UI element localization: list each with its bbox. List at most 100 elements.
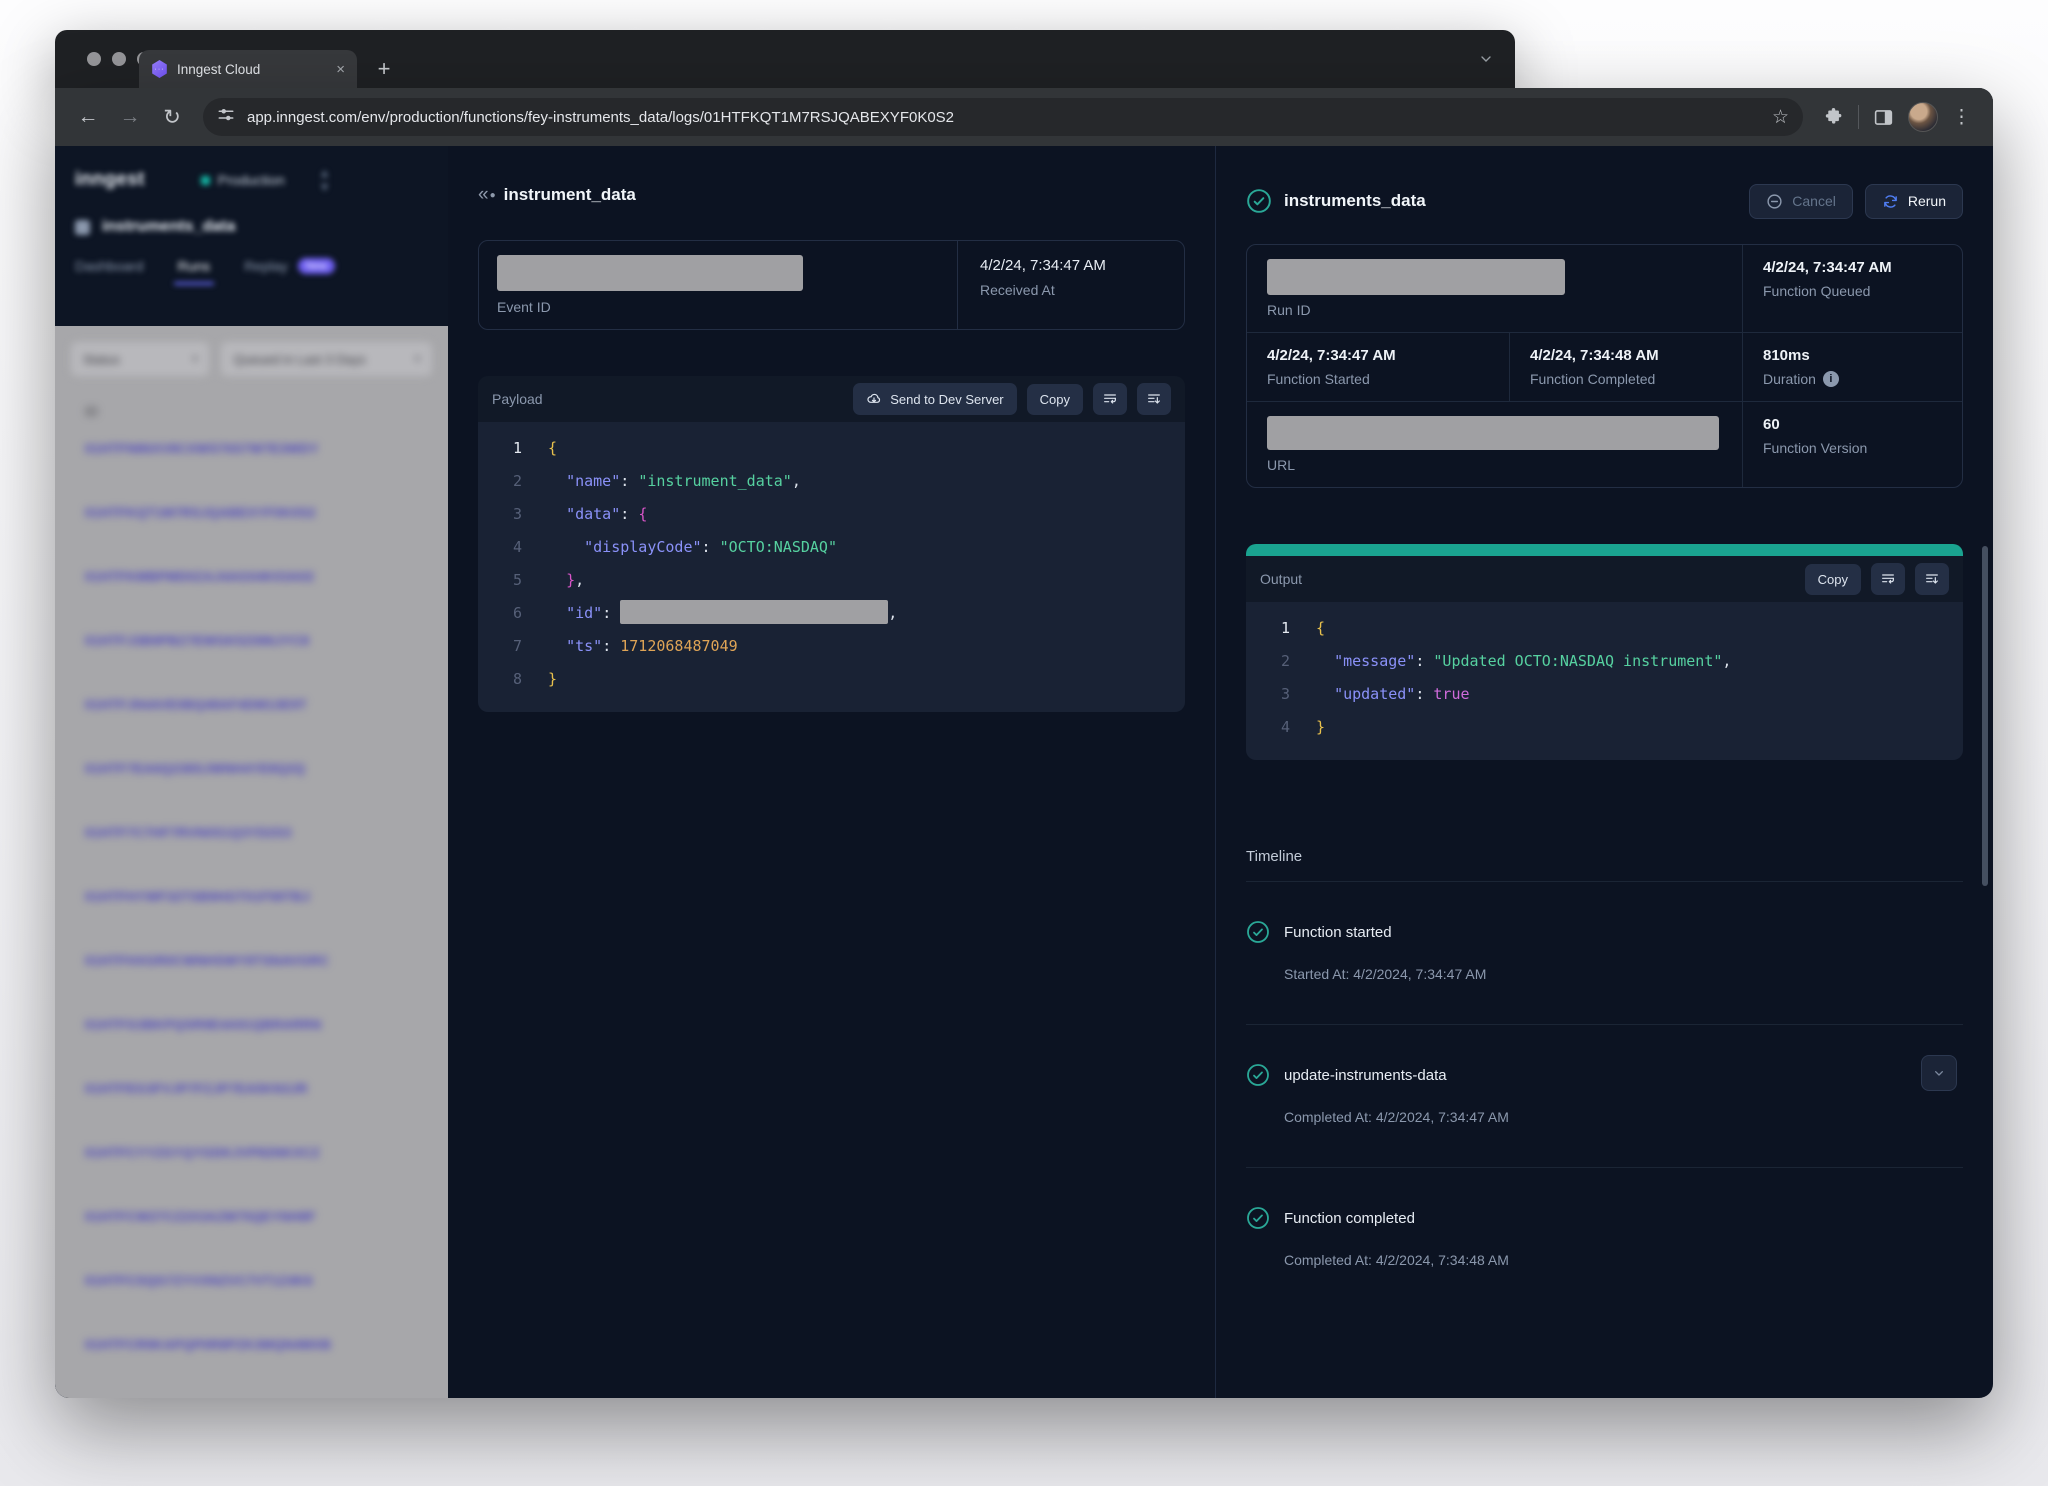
received-at-value: 4/2/24, 7:34:47 AM — [980, 257, 1162, 274]
lines-arrow-down-icon — [1924, 571, 1940, 587]
code-line: 6 "id": , — [478, 597, 1185, 630]
app-icon — [75, 220, 90, 235]
copy-output-button[interactable]: Copy — [1805, 564, 1861, 595]
run-id[interactable]: 01HTFG3BKPQSR9E4A91QBRARRN — [85, 1017, 432, 1032]
line-number: 2 — [1246, 645, 1290, 678]
run-id[interactable]: 01HTFN86XV8CXWS76S7W7E3WDY — [85, 441, 432, 456]
success-check-icon — [1246, 188, 1272, 214]
timeline-expand-button[interactable] — [1921, 1055, 1957, 1091]
function-completed-value: 4/2/24, 7:34:48 AM — [1530, 347, 1722, 364]
run-id-redacted — [1267, 259, 1565, 295]
timeline-heading: Timeline — [1246, 848, 1963, 865]
inngest-logo: inngest — [75, 169, 145, 191]
run-id[interactable]: 01HTFJ94AVE0BQ48AF4DM13E9T — [85, 697, 432, 712]
redacted-value — [620, 600, 888, 624]
function-version-label: Function Version — [1763, 440, 1942, 456]
run-id[interactable]: 01HTFHXGR0CWNHSWY8TSNAVGRC — [85, 953, 432, 968]
timeline: Timeline Function startedStarted At: 4/2… — [1246, 848, 1963, 1310]
browser-tab-strip: ··· Inngest Cloud × + — [55, 30, 1515, 88]
environment-selector[interactable]: Production — [218, 172, 285, 188]
check-circle-icon — [1246, 1063, 1270, 1087]
profile-avatar[interactable] — [1908, 102, 1938, 132]
run-id[interactable]: 01HTFCYYZGYQYGDKJVP82NKXCZ — [85, 1145, 432, 1160]
browser-window: ← → ↻ app.inngest.com/env/production/fun… — [55, 88, 1993, 1398]
line-number: 7 — [478, 630, 522, 663]
app-content: inngest Production ▲▼ instruments_data D… — [55, 146, 1993, 1398]
reload-button[interactable]: ↻ — [155, 100, 189, 134]
output-code[interactable]: 1{2 "message": "Updated OCTO:NASDAQ inst… — [1246, 602, 1963, 760]
rerun-button[interactable]: Rerun — [1865, 184, 1963, 219]
panel-scrollbar[interactable] — [1982, 546, 1988, 886]
event-details-card: Event ID 4/2/24, 7:34:47 AM Received At — [478, 240, 1185, 330]
code-line: 7 "ts": 1712068487049 — [478, 630, 1185, 663]
timeline-item-title: Function started — [1284, 924, 1392, 941]
browser-tab[interactable]: ··· Inngest Cloud × — [139, 50, 357, 88]
id-column-header: ID — [85, 404, 432, 419]
site-settings-icon[interactable] — [217, 106, 235, 129]
run-id[interactable]: 01HTF7C7HF7RVN0S1Q3YD2S3 — [85, 825, 432, 840]
runs-list-panel: Status▾ Queued in Last 3 Days▾ ID 01HTFN… — [55, 326, 448, 1398]
tab-dashboard[interactable]: Dashboard — [75, 258, 144, 274]
run-id[interactable]: 01HTFCW27CZ2X3AZM75QEYNH8F — [85, 1209, 432, 1224]
received-at-label: Received At — [980, 282, 1162, 298]
cancel-button[interactable]: Cancel — [1749, 184, 1853, 219]
extensions-icon[interactable] — [1823, 107, 1844, 128]
run-id[interactable]: 01HTFCR9KAPQP0R8PZK3MQN4MXB — [85, 1337, 432, 1352]
function-started-label: Function Started — [1267, 371, 1489, 387]
minus-circle-icon — [1766, 193, 1783, 210]
run-id[interactable]: 01HTFKQT1M7RSJQABEXYF0K0S2 — [85, 505, 432, 520]
back-button[interactable]: ← — [71, 100, 105, 134]
send-to-dev-server-button[interactable]: Send to Dev Server — [853, 383, 1016, 415]
forward-button[interactable]: → — [113, 100, 147, 134]
event-id-label: Event ID — [497, 299, 939, 315]
timeline-items: Function startedStarted At: 4/2/2024, 7:… — [1246, 882, 1963, 1310]
close-tab-icon[interactable]: × — [336, 61, 345, 78]
lines-arrow-down-icon — [1146, 391, 1162, 407]
wrap-text-button[interactable] — [1871, 563, 1905, 595]
run-title: instruments_data — [1284, 191, 1426, 211]
run-id[interactable]: 01HTFJ3B9PBZ7EWGK5Z086JYC8 — [85, 633, 432, 648]
info-icon[interactable]: i — [1823, 371, 1839, 387]
event-panel: «● instrument_data Event ID 4/2/24, 7:34… — [448, 146, 1216, 1398]
expand-lines-button[interactable] — [1915, 563, 1949, 595]
line-number: 1 — [1246, 612, 1290, 645]
new-badge: New — [298, 258, 335, 274]
minimize-window-button[interactable] — [112, 52, 126, 66]
new-tab-button[interactable]: + — [369, 54, 399, 84]
timeline-item: Function startedStarted At: 4/2/2024, 7:… — [1246, 882, 1963, 1025]
run-id[interactable]: 01HTFCSQG7ZYVXNZVC7VT1Z4K6 — [85, 1273, 432, 1288]
code-line: 1{ — [1246, 612, 1963, 645]
side-panel-icon[interactable] — [1873, 107, 1894, 128]
output-label: Output — [1260, 571, 1795, 587]
code-line: 3 "updated": true — [1246, 678, 1963, 711]
run-id[interactable]: 01HTF7EA6Q238SJWNH4YE8Q2Q — [85, 761, 432, 776]
code-line: 4 "displayCode": "OCTO:NASDAQ" — [478, 531, 1185, 564]
copy-payload-button[interactable]: Copy — [1027, 384, 1083, 415]
expand-lines-button[interactable] — [1137, 383, 1171, 415]
queued-filter[interactable]: Queued in Last 3 Days▾ — [221, 342, 432, 376]
status-filter[interactable]: Status▾ — [71, 342, 209, 376]
line-number: 8 — [478, 663, 522, 696]
environment-chevron-icon[interactable]: ▲▼ — [319, 166, 331, 194]
app-name: instruments_data — [102, 218, 235, 236]
run-id[interactable]: 01HTFEG3FVJP7FZJP7EA5KN3JR — [85, 1081, 432, 1096]
wrap-text-icon — [1102, 391, 1118, 407]
chevron-down-icon: ▾ — [415, 354, 420, 365]
chevron-down-icon — [1931, 1065, 1947, 1081]
inngest-favicon-icon: ··· — [151, 60, 168, 78]
tab-replay[interactable]: Replay — [244, 258, 288, 274]
bookmark-star-icon[interactable]: ☆ — [1772, 106, 1789, 129]
wrap-text-button[interactable] — [1093, 383, 1127, 415]
close-window-button[interactable] — [87, 52, 101, 66]
run-id[interactable]: 01HTFHYWF32TSB9HGT01F58TBJ — [85, 889, 432, 904]
browser-menu-icon[interactable]: ⋮ — [1952, 108, 1971, 127]
tab-list-chevron-button[interactable] — [1469, 45, 1503, 73]
url-bar[interactable]: app.inngest.com/env/production/functions… — [203, 98, 1803, 136]
run-id[interactable]: 01HTFKMBPMD0ZAJ4AG04K03A02 — [85, 569, 432, 584]
payload-code[interactable]: 1{2 "name": "instrument_data",3 "data": … — [478, 422, 1185, 712]
line-number: 1 — [478, 432, 522, 465]
run-id-label: Run ID — [1267, 302, 1722, 318]
tab-runs[interactable]: Runs — [178, 258, 211, 274]
duration-value: 810ms — [1763, 347, 1942, 364]
wrap-text-icon — [1880, 571, 1896, 587]
